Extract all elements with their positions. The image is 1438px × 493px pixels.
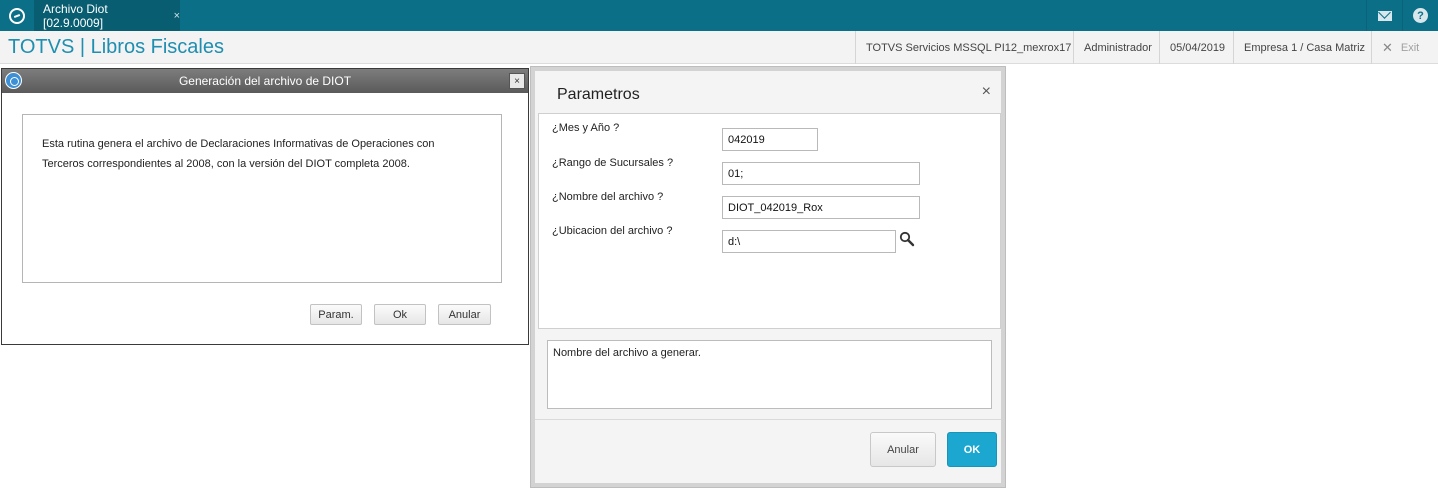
branch-range-label: ¿Rango de Sucursales ? — [552, 157, 674, 169]
date-info: 05/04/2019 — [1159, 31, 1235, 64]
app-title: TOTVS | Libros Fiscales — [8, 36, 224, 58]
parameters-dialog: Parametros × ¿Mes y Año ? 042019 ¿Rango … — [530, 66, 1006, 488]
help-button[interactable]: ? — [1402, 0, 1438, 31]
top-tab-bar: Archivo Diot [02.9.0009] × ? — [0, 0, 1438, 31]
help-text-panel: Nombre del archivo a generar. — [547, 340, 992, 409]
parameters-dialog-body: Parametros × ¿Mes y Año ? 042019 ¿Rango … — [535, 71, 1001, 483]
month-year-label: ¿Mes y Año ? — [552, 122, 620, 134]
totvs-logo-icon[interactable] — [0, 0, 34, 31]
file-location-input[interactable]: d:\ — [722, 230, 896, 253]
environment-info: TOTVS Servicios MSSQL PI12_mexrox17 — [855, 31, 1081, 64]
help-icon: ? — [1413, 8, 1428, 23]
parameters-panel: ¿Mes y Año ? 042019 ¿Rango de Sucursales… — [538, 113, 1001, 329]
file-location-label: ¿Ubicacion del archivo ? — [552, 225, 673, 237]
tab-archivo-diot[interactable]: Archivo Diot [02.9.0009] × — [34, 0, 180, 31]
top-icons: ? — [1366, 0, 1438, 31]
file-name-input[interactable]: DIOT_042019_Rox — [722, 196, 920, 219]
ok-button[interactable]: OK — [947, 432, 997, 467]
dialog-close-icon[interactable]: × — [509, 73, 525, 89]
branch-range-input[interactable]: 01; — [722, 162, 920, 185]
parameters-close-icon[interactable]: × — [982, 83, 991, 101]
dialog-title: Generación del archivo de DIOT — [178, 74, 352, 88]
param-button[interactable]: Param. — [310, 304, 362, 325]
description-line: Terceros correspondientes al 2008, con l… — [42, 158, 410, 170]
ok-button[interactable]: Ok — [374, 304, 426, 325]
diot-generation-dialog: Generación del archivo de DIOT × Esta ru… — [1, 68, 529, 345]
search-icon[interactable] — [899, 231, 915, 247]
dialog-titlebar: Generación del archivo de DIOT × — [2, 69, 528, 93]
exit-label: Exit — [1400, 41, 1420, 54]
tab-title: Archivo Diot [02.9.0009] — [43, 1, 108, 30]
cancel-button[interactable]: Anular — [438, 304, 491, 325]
mail-icon — [1377, 10, 1392, 21]
month-year-input[interactable]: 042019 — [722, 128, 818, 151]
parameters-title: Parametros — [557, 86, 640, 103]
description-box: Esta rutina genera el archivo de Declara… — [22, 114, 502, 283]
file-name-label: ¿Nombre del archivo ? — [552, 191, 664, 203]
footer-divider — [535, 419, 1001, 420]
description-line: Esta rutina genera el archivo de Declara… — [42, 138, 435, 150]
company-info: Empresa 1 / Casa Matriz — [1233, 31, 1375, 64]
tab-close-icon[interactable]: × — [174, 10, 180, 22]
user-info: Administrador — [1073, 31, 1162, 64]
app-header: TOTVS | Libros Fiscales TOTVS Servicios … — [0, 31, 1438, 64]
exit-icon: ✕ — [1382, 39, 1393, 55]
cancel-button[interactable]: Anular — [870, 432, 936, 467]
mail-button[interactable] — [1366, 0, 1402, 31]
exit-button[interactable]: ✕ Exit — [1371, 31, 1429, 64]
dialog-logo-icon — [5, 72, 22, 89]
